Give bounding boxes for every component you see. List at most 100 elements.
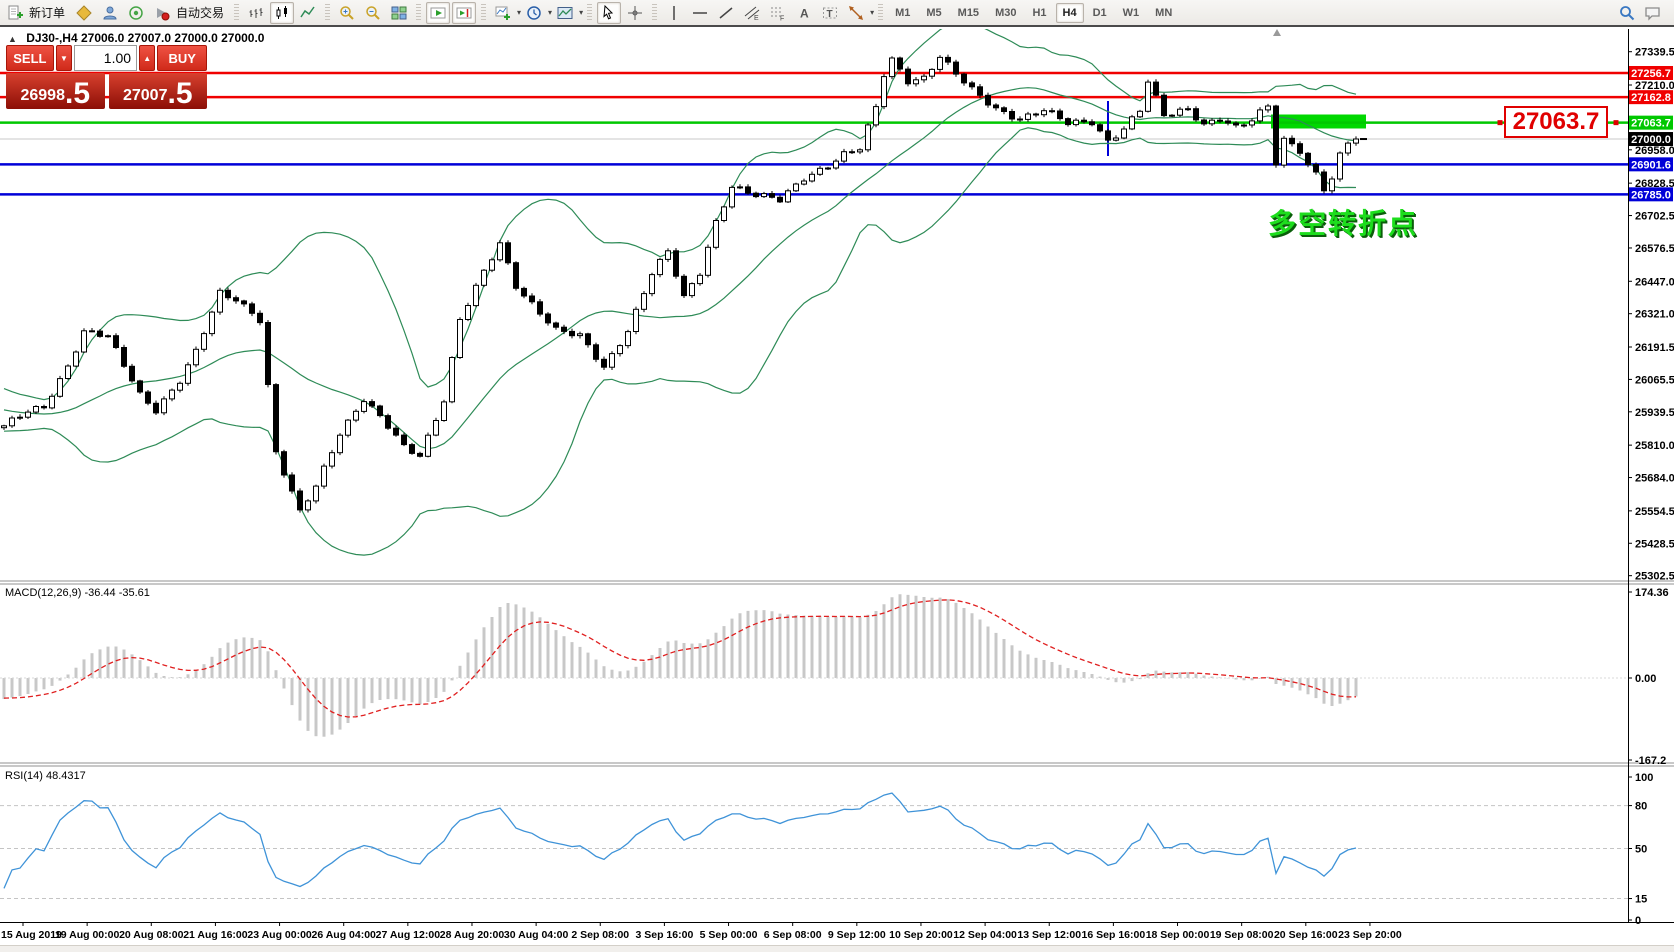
svg-text:27339.5: 27339.5 [1635,47,1674,59]
arrows-tool-button[interactable] [844,2,868,24]
svg-text:26447.0: 26447.0 [1635,276,1674,288]
new-order-button[interactable] [3,2,27,24]
new-chart-caret[interactable]: ▾ [517,8,521,17]
vertical-line-tool-button[interactable] [662,2,686,24]
timeframe-M15[interactable]: M15 [951,3,986,23]
buy-price-frac: .5 [167,81,192,107]
toolbar-grip [325,4,330,22]
toolbar-grip [652,4,657,22]
svg-text:0.00: 0.00 [1635,673,1656,685]
search-button[interactable] [1615,2,1639,24]
chart-shift-marker[interactable] [1273,29,1281,36]
svg-text:26785.0: 26785.0 [1631,189,1671,201]
volume-input[interactable] [74,45,137,71]
timeframe-MN[interactable]: MN [1148,3,1179,23]
svg-text:15: 15 [1635,894,1647,906]
chart-title: ▲ DJ30-,H4 27006.0 27007.0 27000.0 27000… [8,31,264,45]
horizontal-line-tool-button[interactable] [688,2,712,24]
timeframe-D1[interactable]: D1 [1086,3,1114,23]
sell-button[interactable]: SELL [6,45,54,71]
svg-text:A: A [800,6,809,20]
volume-increase-button[interactable]: ▲ [139,45,155,71]
sell-price-main: 26998 [20,88,65,104]
autotrading-button[interactable] [150,2,174,24]
market-button[interactable] [72,2,96,24]
crosshair-button[interactable] [623,2,647,24]
cursor-button[interactable] [597,2,621,24]
community-button[interactable] [98,2,122,24]
templates-button[interactable] [553,2,577,24]
timeframe-M30[interactable]: M30 [988,3,1023,23]
periods-button[interactable] [522,2,546,24]
new-order-label[interactable]: 新订单 [29,4,65,21]
zoom-out-button[interactable] [361,2,385,24]
price-callout-box[interactable]: 27063.7 [1504,106,1608,138]
collapse-panel-icon[interactable]: ▲ [8,34,17,44]
autotrading-icon [154,5,170,21]
chart-annotation-text[interactable]: 多空转折点 [1268,202,1418,242]
channel-tool-button[interactable]: E [740,2,764,24]
svg-text:20 Aug 08:00: 20 Aug 08:00 [119,929,184,941]
status-bar [0,945,1674,952]
bar-chart-button[interactable] [244,2,268,24]
chart-canvas[interactable]: 27339.527210.026958.026828.526702.526576… [0,0,1674,952]
zoom-in-button[interactable] [335,2,359,24]
zoom-in-icon [339,5,355,21]
buy-button[interactable]: BUY [157,45,207,71]
timeframe-W1[interactable]: W1 [1116,3,1147,23]
chat-button[interactable] [1641,2,1665,24]
timeframe-H1[interactable]: H1 [1025,3,1053,23]
tile-windows-icon [391,5,407,21]
arrows-caret[interactable]: ▾ [870,8,874,17]
svg-text:25810.0: 25810.0 [1635,440,1674,452]
auto-scroll-button[interactable] [426,2,450,24]
trendline-tool-button[interactable] [714,2,738,24]
svg-text:15 Aug 2019: 15 Aug 2019 [1,929,62,941]
text-label-tool-button[interactable]: T [818,2,842,24]
svg-text:0: 0 [1635,915,1641,927]
new-chart-button[interactable] [491,2,515,24]
timeframe-M1[interactable]: M1 [888,3,917,23]
chart-shift-button[interactable] [452,2,476,24]
svg-text:26958.0: 26958.0 [1635,145,1674,157]
signals-button[interactable] [124,2,148,24]
svg-text:25939.5: 25939.5 [1635,407,1674,419]
auto-scroll-icon [430,5,446,21]
fibonacci-tool-button[interactable]: F [766,2,790,24]
svg-text:9 Sep 12:00: 9 Sep 12:00 [828,929,886,941]
volume-decrease-button[interactable]: ▼ [56,45,72,71]
line-chart-icon [300,5,316,21]
toolbar-grip [878,4,883,22]
line-selection-marker[interactable] [1498,120,1503,125]
periods-caret[interactable]: ▾ [548,8,552,17]
svg-text:T: T [827,9,833,20]
text-label-icon: T [822,5,838,21]
templates-caret[interactable]: ▾ [579,8,583,17]
horizontal-line-icon [692,5,708,21]
community-icon [102,5,118,21]
candlestick-chart-button[interactable] [270,2,294,24]
text-tool-button[interactable]: A [792,2,816,24]
timeframe-M5[interactable]: M5 [919,3,948,23]
sell-price[interactable]: 26998 .5 [6,73,105,109]
svg-text:12 Sep 04:00: 12 Sep 04:00 [953,929,1017,941]
line-chart-button[interactable] [296,2,320,24]
svg-text:25428.5: 25428.5 [1635,538,1674,550]
svg-text:100: 100 [1635,772,1653,784]
buy-price-main: 27007 [123,88,168,104]
svg-text:26 Aug 04:00: 26 Aug 04:00 [312,929,377,941]
line-selection-marker[interactable] [1614,120,1619,125]
macd-signal-line [4,600,1356,717]
text-icon: A [796,5,812,21]
buy-price[interactable]: 27007 .5 [109,73,208,109]
new-order-icon [7,5,23,21]
clock-icon [526,5,542,21]
crosshair-icon [627,5,643,21]
autotrading-label[interactable]: 自动交易 [176,4,224,21]
svg-text:19 Sep 08:00: 19 Sep 08:00 [1210,929,1274,941]
svg-text:3 Sep 16:00: 3 Sep 16:00 [636,929,694,941]
timeframe-H4[interactable]: H4 [1056,3,1084,23]
svg-text:25554.5: 25554.5 [1635,506,1674,518]
rsi-label: RSI(14) 48.4317 [5,770,86,782]
tile-windows-button[interactable] [387,2,411,24]
